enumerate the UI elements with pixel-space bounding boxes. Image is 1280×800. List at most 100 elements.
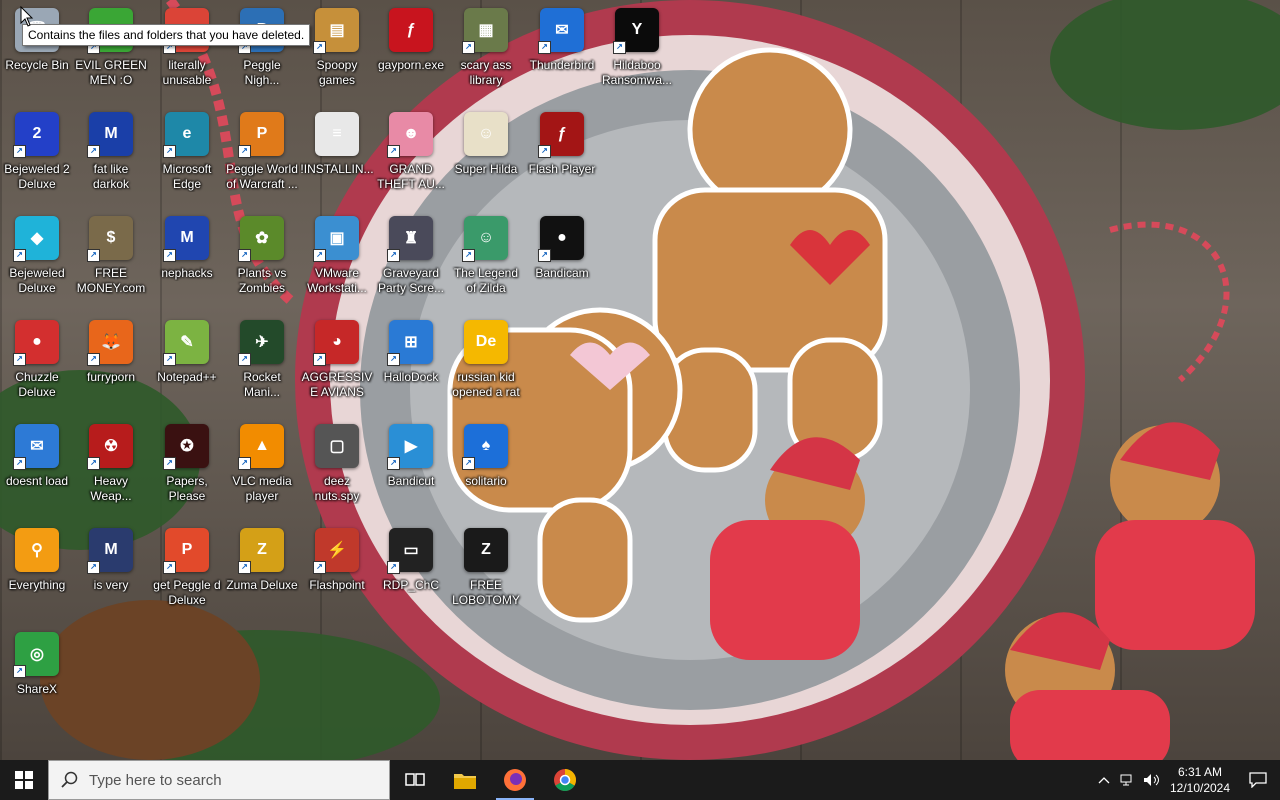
desktop-icon[interactable]: ▶ ↗ Bandicut xyxy=(374,420,448,520)
desktop-icon[interactable]: ▦ ↗ scary ass library xyxy=(449,4,523,104)
firefox-taskbar-button[interactable] xyxy=(490,760,540,800)
desktop-icon-label: doesnt load xyxy=(5,474,69,488)
shortcut-arrow-icon: ↗ xyxy=(313,561,326,574)
shortcut-arrow-icon: ↗ xyxy=(387,249,400,262)
desktop-icon-label: Notepad++ xyxy=(157,370,217,384)
desktop-icon[interactable]: M ↗ fat like darkok xyxy=(74,108,148,208)
system-tray: 6:31 AM 12/10/2024 xyxy=(1092,760,1280,800)
app-icon: ⊞ ↗ xyxy=(387,320,433,366)
app-icon: ƒ ↗ xyxy=(538,112,584,158)
app-icon: $ ↗ xyxy=(87,216,133,262)
desktop-icon[interactable]: ⚲ Everything xyxy=(0,524,74,624)
desktop-icon[interactable]: ƒ ↗ Flash Player xyxy=(525,108,599,208)
desktop-icon[interactable]: e ↗ Microsoft Edge xyxy=(150,108,224,208)
app-icon: P↗ xyxy=(163,528,209,574)
desktop-icon-label: Flash Player xyxy=(528,162,596,176)
desktop-icon[interactable]: ♠ ↗ solitario xyxy=(449,420,523,520)
show-hidden-icons-chevron-icon[interactable] xyxy=(1092,760,1116,800)
task-view-icon xyxy=(405,773,425,786)
desktop-icon-label: furryporn xyxy=(86,370,136,384)
desktop-icon-label: Chuzzle Deluxe xyxy=(15,370,59,399)
desktop-icon[interactable]: ▲ ↗ VLC media player xyxy=(225,420,299,520)
app-icon: Z ↗ xyxy=(238,528,284,574)
shortcut-arrow-icon: ↗ xyxy=(163,561,176,574)
desktop-icon[interactable]: ☺ Super Hilda xyxy=(449,108,523,208)
desktop-icon[interactable]: P ↗ get Peggle d Deluxe xyxy=(150,524,224,624)
app-icon: De xyxy=(464,320,508,364)
chrome-icon xyxy=(554,769,576,791)
desktop-icon[interactable]: ✪ ↗ Papers, Please xyxy=(150,420,224,520)
desktop-icon[interactable]: ● ↗ Bandicam xyxy=(525,212,599,312)
desktop-icon[interactable]: ▢ deez nuts.spy xyxy=(300,420,374,520)
desktop-icon-label: Recycle Bin xyxy=(5,58,69,72)
desktop-icon[interactable]: ● ↗ Chuzzle Deluxe xyxy=(0,316,74,416)
app-icon: ☻ ↗ xyxy=(387,112,433,158)
file-explorer-button[interactable] xyxy=(440,760,490,800)
desktop-icon[interactable]: ✎ ↗ Notepad++ xyxy=(150,316,224,416)
desktop-icon-label: Thunderbird xyxy=(529,58,595,72)
shortcut-arrow-icon: ↗ xyxy=(87,457,100,470)
desktop-icon[interactable]: 2 ↗ Bejeweled 2 Deluxe xyxy=(0,108,74,208)
desktop-icon[interactable]: Z FREE LOBOTOMYS xyxy=(449,524,523,624)
desktop-icon[interactable]: 🦊 ↗ furryporn xyxy=(74,316,148,416)
app-icon: ☺ xyxy=(464,112,508,156)
shortcut-arrow-icon: ↗ xyxy=(87,145,100,158)
desktop-icon[interactable]: ⚡ ↗ Flashpoint xyxy=(300,524,374,624)
desktop-icon[interactable]: P ↗ Peggle World of Warcraft ... xyxy=(225,108,299,208)
desktop-icon-label: ShareX xyxy=(16,682,58,696)
taskbar-clock[interactable]: 6:31 AM 12/10/2024 xyxy=(1164,764,1236,796)
desktop-icon[interactable]: ƒ gayporn.exe xyxy=(374,4,448,104)
desktop-icon[interactable]: ☢ ↗ Heavy Weap... xyxy=(74,420,148,520)
search-icon xyxy=(61,771,78,788)
shortcut-arrow-icon: ↗ xyxy=(387,353,400,366)
desktop-icon-label: gayporn.exe xyxy=(377,58,445,72)
app-icon: ♠ ↗ xyxy=(462,424,508,470)
app-icon: ▣ ↗ xyxy=(313,216,359,262)
app-icon: M ↗ xyxy=(163,216,209,262)
desktop-icon[interactable]: M ↗ nephacks xyxy=(150,212,224,312)
app-icon: ✪ ↗ xyxy=(163,424,209,470)
desktop-icon[interactable]: $ ↗ FREE MONEY.com xyxy=(74,212,148,312)
desktop-icon[interactable]: ✉ ↗ Thunderbird xyxy=(525,4,599,104)
desktop-icon[interactable]: M ↗ is very xyxy=(74,524,148,624)
chrome-taskbar-button[interactable] xyxy=(540,760,590,800)
desktop-icon[interactable]: De russian kid opened a rat xyxy=(449,316,523,416)
shortcut-arrow-icon: ↗ xyxy=(387,561,400,574)
app-icon: ☢ ↗ xyxy=(87,424,133,470)
desktop-icon[interactable]: ✈ ↗ Rocket Mani... xyxy=(225,316,299,416)
desktop-icon[interactable]: ◎ ↗ ShareX xyxy=(0,628,74,728)
desktop-icon[interactable]: ◆ ↗ Bejeweled Deluxe xyxy=(0,212,74,312)
desktop-icon[interactable]: ⊞ ↗ HalloDock xyxy=(374,316,448,416)
desktop-icon[interactable]: Y ↗ Hildaboo Ransomwa... xyxy=(600,4,674,104)
desktop-icon[interactable]: ☺↗EVIL GREEN MEN :O xyxy=(74,4,148,104)
desktop-icon[interactable]: ≡ !INSTALLIN... xyxy=(300,108,374,208)
desktop-icon[interactable]: ▤ ↗ Spoopy games xyxy=(300,4,374,104)
taskbar-search-box[interactable]: Type here to search xyxy=(48,760,390,800)
desktop-icon[interactable]: ☺ ↗ The Legend of Zilda xyxy=(449,212,523,312)
desktop-icon[interactable]: ♜ ↗ Graveyard Party Scre... xyxy=(374,212,448,312)
desktop-icon[interactable]: ◕ ↗ AGGRESSIVE AVIANS xyxy=(300,316,374,416)
desktop-icon-label: VMware Workstati... xyxy=(307,266,367,295)
desktop-icon[interactable]: ☻ ↗ GRAND THEFT AU... xyxy=(374,108,448,208)
desktop-icon-label: Papers, Please xyxy=(166,474,208,503)
desktop-icon[interactable]: 🗑Recycle Bin xyxy=(0,4,74,104)
app-icon: ≡ xyxy=(315,112,359,156)
desktop-icon[interactable]: ▣ ↗ VMware Workstati... xyxy=(300,212,374,312)
shortcut-arrow-icon: ↗ xyxy=(87,249,100,262)
action-center-button[interactable] xyxy=(1236,760,1280,800)
desktop-icon[interactable]: P↗Peggle Nigh... xyxy=(225,4,299,104)
network-icon[interactable] xyxy=(1116,760,1140,800)
start-button[interactable] xyxy=(0,760,48,800)
desktop-icon[interactable]: Z ↗ Zuma Deluxe xyxy=(225,524,299,624)
desktop-icon[interactable]: ▭ ↗ RDP_ChC xyxy=(374,524,448,624)
desktop-icon-label: RDP_ChC xyxy=(382,578,439,592)
volume-icon[interactable] xyxy=(1140,760,1164,800)
shortcut-arrow-icon: ↗ xyxy=(163,457,176,470)
task-view-button[interactable] xyxy=(390,760,440,800)
desktop-icon-label: FREE MONEY.com xyxy=(76,266,146,295)
desktop-icon-label: Spoopy games xyxy=(316,58,358,87)
desktop-icon[interactable]: ✉ ↗ doesnt load xyxy=(0,420,74,520)
desktop-icon[interactable]: ◉↗literally unusable xyxy=(150,4,224,104)
desktop-icon[interactable]: ✿ ↗ Plants vs Zombies xyxy=(225,212,299,312)
desktop-icon-label: Bejeweled Deluxe xyxy=(9,266,65,295)
